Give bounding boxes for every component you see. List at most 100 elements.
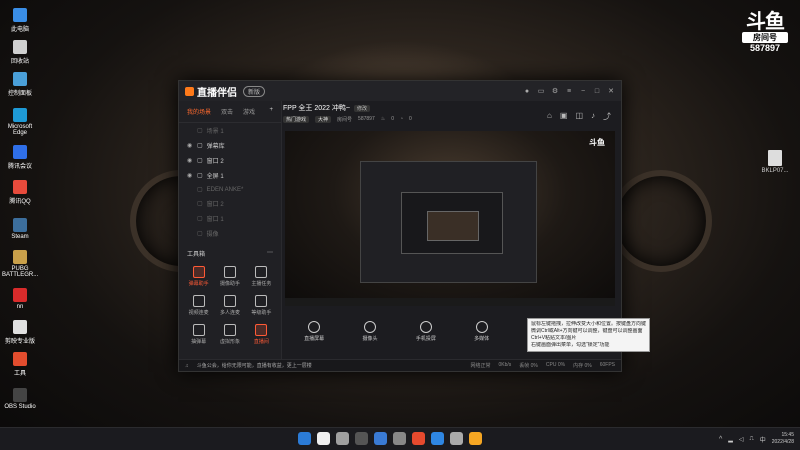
scene-item[interactable]: ▢ 窗口 1 [179, 211, 281, 226]
more-icon[interactable]: ⋯ [267, 249, 273, 258]
tool-button[interactable]: 主播任务 [246, 266, 277, 287]
taskbar-app-icon[interactable] [469, 432, 482, 445]
category-tag[interactable]: 热门游戏 [283, 116, 310, 123]
desktop-icon[interactable]: 回收站 [2, 40, 38, 65]
desktop-icon[interactable]: 剪映专业版 [2, 320, 38, 345]
scene-item[interactable]: ◉ ▢ 弹幕库 [179, 138, 281, 153]
scene-item[interactable]: ◉ ▢ 全屏 1 [179, 168, 281, 183]
tool-icon [223, 266, 236, 278]
scene-item[interactable]: ▢ 窗口 2 [179, 196, 281, 211]
toolbox-header: 工具箱 ⋯ [179, 241, 281, 262]
app-logo: 直播伴侣 [185, 84, 237, 99]
scene-label: 摄像 [206, 232, 219, 238]
mic-icon[interactable]: ⎍ [750, 436, 754, 443]
source-type-icon: ▢ [197, 216, 203, 222]
tab-dual[interactable]: 双击 [221, 107, 233, 116]
source-control-button[interactable]: 直播屏幕 [304, 321, 324, 342]
tool-button[interactable]: 视频连麦 [183, 295, 214, 316]
desktop-file-icon[interactable]: BKLP07... [755, 150, 795, 174]
minimize-icon[interactable]: − [579, 87, 587, 95]
desktop-icon-label: 工具 [13, 371, 26, 377]
taskbar-app-icon[interactable] [393, 432, 406, 445]
app-icon [13, 288, 27, 302]
taskbar-app-icon[interactable] [336, 432, 349, 445]
desktop-icon[interactable]: nn [2, 288, 38, 310]
share-icon[interactable]: ⤴ [603, 111, 611, 122]
visibility-eye-icon[interactable]: ◉ [187, 142, 193, 149]
desktop-icon[interactable]: 此电脑 [2, 8, 38, 33]
app-title: 直播伴侣 [197, 87, 237, 99]
control-icon [308, 321, 321, 333]
notice-text[interactable]: 斗鱼公会，给你无限可能，直播有收益，更上一层楼 [197, 362, 312, 369]
edit-title-button[interactable]: 修改 [353, 104, 370, 112]
live-preview[interactable]: 斗鱼 [285, 131, 615, 306]
taskbar-app-icon[interactable] [374, 432, 387, 445]
scene-label: 全屏 1 [206, 174, 224, 180]
desktop-icon[interactable]: Microsoft Edge [2, 108, 38, 136]
desktop-icon[interactable]: OBS Studio [2, 388, 38, 410]
tray-chevron-icon[interactable]: ^ [719, 436, 722, 443]
tool-button[interactable]: 摄像助手 [214, 266, 245, 287]
version-badge[interactable]: 新版 [243, 85, 266, 97]
desktop-icon[interactable]: 工具 [2, 352, 38, 377]
scene-item[interactable]: ▢ 摄像 [179, 226, 281, 241]
desktop-icon[interactable]: 腾讯QQ [2, 180, 38, 205]
avatar-icon[interactable]: ● [523, 87, 531, 95]
visibility-eye-icon[interactable]: ◉ [187, 172, 193, 179]
source-control-button[interactable]: 摄像头 [362, 321, 378, 342]
add-scene-icon[interactable]: + [269, 107, 273, 116]
file-label: BKLP07... [761, 168, 789, 174]
clock[interactable]: 15:45 2022/4/28 [772, 432, 794, 446]
taskbar-app-icon[interactable] [450, 432, 463, 445]
taskbar-app-icon[interactable] [412, 432, 425, 445]
maximize-icon[interactable]: □ [593, 87, 601, 95]
capture-icon[interactable]: ◫ [575, 111, 583, 122]
desktop-icon[interactable]: PUBG BATTLEGR... [2, 250, 38, 278]
scene-label: 窗口 1 [206, 217, 224, 223]
tool-label: 弹幕助手 [188, 281, 209, 287]
scene-item[interactable]: ▢ EDEN ANKE* [179, 183, 281, 196]
scene-label: 弹幕库 [206, 144, 225, 150]
scene-item[interactable]: ◉ ▢ 窗口 2 [179, 153, 281, 168]
taskbar-app-icon[interactable] [298, 432, 311, 445]
tool-button[interactable]: 等级助手 [246, 295, 277, 316]
message-icon[interactable]: ▭ [537, 87, 545, 95]
app-icon [13, 40, 27, 54]
source-type-icon: ▢ [197, 158, 203, 164]
taskbar-app-icon[interactable] [317, 432, 330, 445]
taskbar-app-icon[interactable] [355, 432, 368, 445]
sub-category-tag[interactable]: 大神 [315, 116, 332, 123]
source-control-button[interactable]: 手机投屏 [416, 321, 436, 342]
volume-icon[interactable]: ◁ [739, 436, 744, 443]
gift-icon[interactable]: ▣ [560, 111, 568, 122]
tab-my-scenes[interactable]: 我的场景 [187, 107, 211, 116]
close-icon[interactable]: ✕ [607, 87, 615, 95]
scene-list: ▢ 场景 1 ◉ ▢ 弹幕库 ◉ ▢ 窗口 2 ◉ ▢ 全屏 1 ▢ EDEN ANKE* ▢ 窗口 2 ▢ 窗… [179, 123, 281, 241]
taskbar-app-icon[interactable] [431, 432, 444, 445]
preview-taskbar [285, 298, 615, 306]
source-type-icon: ▢ [197, 231, 203, 237]
tool-button[interactable]: 弹幕助手 [183, 266, 214, 287]
tab-game[interactable]: 游戏 [243, 107, 255, 116]
home-icon[interactable]: ⌂ [547, 111, 552, 122]
desktop-icon-label: OBS Studio [4, 404, 36, 410]
tool-button[interactable]: 抽弹幕 [183, 324, 214, 345]
desktop-icon[interactable]: 控制面板 [2, 72, 38, 97]
tool-icon [223, 324, 236, 336]
settings-icon[interactable]: ⚙ [551, 87, 559, 95]
app-icon [13, 352, 27, 366]
scene-item[interactable]: ▢ 场景 1 [179, 123, 281, 138]
visibility-eye-icon[interactable]: ◉ [187, 157, 193, 164]
ime-indicator[interactable]: 中 [760, 435, 766, 444]
network-icon[interactable]: ▂ [728, 436, 733, 443]
desktop-icon[interactable]: Steam [2, 218, 38, 240]
menu-icon[interactable]: ≡ [565, 87, 573, 95]
source-control-button[interactable]: 多媒体 [474, 321, 489, 342]
desktop-icon[interactable]: 腾讯会议 [2, 145, 38, 170]
bell-icon[interactable]: ♪ [591, 111, 595, 122]
taskbar-apps [298, 432, 482, 445]
tool-button[interactable]: 直播间 [246, 324, 277, 345]
tool-button[interactable]: 多人连麦 [214, 295, 245, 316]
tool-button[interactable]: 虚拟形象 [214, 324, 245, 345]
app-icon [13, 320, 27, 334]
